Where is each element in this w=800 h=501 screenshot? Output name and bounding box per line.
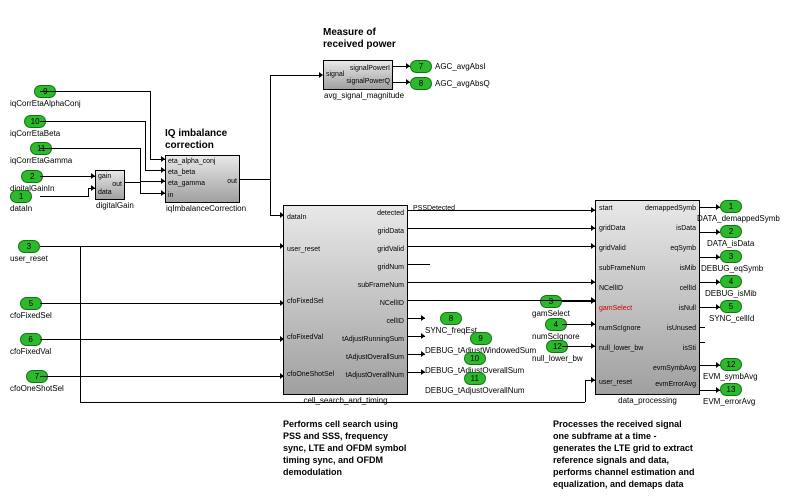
port-cellID: cellID: [386, 318, 404, 325]
port-user-reset: user_reset: [599, 379, 632, 386]
inport-cfoFixedVal: 6cfoFixedVal: [10, 333, 51, 356]
outport-DATA-isData: 2DATA_isData: [720, 225, 742, 238]
port-cellId: cellId: [680, 285, 696, 292]
port-tAdjRun: tAdjustRunningSum: [342, 336, 404, 343]
inport-numScIgnore: 4numScIgnore: [532, 318, 580, 341]
outport-AGC-avgAbsQ: 8AGC_avgAbsQ: [410, 77, 490, 90]
port-signal: signal: [326, 71, 344, 78]
block-label: cell_search_and_timing: [284, 396, 407, 405]
port-signalPowerI: signalPowerI: [350, 65, 390, 72]
inport-gamSelect: 3gamSelect: [532, 295, 570, 318]
port-demappedSymb: demappedSymb: [645, 205, 696, 212]
port-gridValid: gridValid: [377, 246, 404, 253]
port-NCellID: NCellID: [380, 300, 404, 307]
inport-user_reset: 3user_reset: [10, 240, 48, 263]
port-isNull: isNull: [679, 305, 696, 312]
port-numScIgnore: numScIgnore: [599, 325, 641, 332]
port-tAdjOverallNum: tAdjustOverallNum: [346, 372, 404, 379]
port-evmSymbAvg: evmSymbAvg: [653, 365, 696, 372]
port-isData: isData: [676, 225, 696, 232]
inport-iqCorrEtaAlphaConj: 9iqCorrEtaAlphaConj: [10, 85, 81, 108]
port-start: start: [599, 205, 613, 212]
port-in: in: [168, 192, 173, 199]
inport-cfoFixedSel: 5cfoFixedSel: [10, 297, 52, 320]
port-NCellID: NCellID: [599, 285, 623, 292]
port-isMib: isMib: [680, 265, 696, 272]
outport-SYNC-cellId: 5SYNC_cellId: [720, 300, 742, 313]
port-cfoOneShotSel: cfoOneShotSel: [287, 371, 334, 378]
port-eta-alpha: eta_alpha_conj: [168, 158, 216, 165]
port-tAdjOverallSum: tAdjustOverallSum: [346, 354, 404, 361]
port-subFrameNum: subFrameNum: [358, 282, 404, 289]
block-digitalGain[interactable]: gain data out digitalGain: [95, 170, 125, 200]
port-user_reset: user_reset: [287, 246, 320, 253]
block-label: data_processing: [596, 396, 699, 405]
port-evmErrorAvg: evmErrorAvg: [655, 381, 696, 388]
port-out: out: [227, 178, 237, 185]
port-gridNum: gridNum: [378, 264, 404, 271]
block-data-processing[interactable]: start gridData gridValid subFrameNum NCe…: [595, 200, 700, 395]
inport-cfoOneShotSel: 7cfoOneShotSel: [10, 370, 64, 393]
block-avg-signal-magnitude[interactable]: signal signalPowerI signalPowerQ avg_sig…: [323, 60, 393, 90]
port-gamSelect: gamSelect: [599, 305, 632, 312]
inport-null-lower-bw: 12null_lower_bw: [532, 340, 583, 363]
inport-dataIn: 1dataIn: [10, 190, 32, 213]
hdr-power: Measure of received power: [323, 27, 396, 51]
port-out: out: [112, 181, 122, 188]
port-data: data: [98, 189, 112, 196]
port-gain: gain: [98, 173, 111, 180]
outport-DEBUG-isMib: 4DEBUG_isMib: [720, 275, 742, 288]
port-signalPowerQ: signalPowerQ: [346, 78, 390, 85]
port-null-lower-bw: null_lower_bw: [599, 345, 643, 352]
hdr-iq: IQ imbalance correction: [165, 128, 227, 152]
port-gridData: gridData: [599, 225, 625, 232]
port-eta-gamma: eta_gamma: [168, 180, 205, 187]
block-cell-search-and-timing[interactable]: dataIn user_reset cfoFixedSel cfoFixedVa…: [283, 205, 408, 395]
port-gridValid: gridValid: [599, 245, 626, 252]
outport-AGC-avgAbsI: 7AGC_avgAbsI: [410, 60, 486, 73]
inport-iqCorrEtaBeta: 10iqCorrEtaBeta: [10, 115, 60, 138]
outport-DATA-demappedSymb: 1DATA_demappedSymb: [720, 200, 742, 213]
inport-iqCorrEtaGamma: 11iqCorrEtaGamma: [10, 142, 72, 165]
port-eta-beta: eta_beta: [168, 169, 195, 176]
port-gridData: gridData: [378, 228, 404, 235]
block-label: avg_signal_magnitude: [324, 91, 392, 100]
outport-EVM-errorAvg: 13EVM_errorAvg: [720, 383, 742, 396]
block-iqImbalanceCorrection[interactable]: eta_alpha_conj eta_beta eta_gamma in out…: [165, 155, 240, 203]
desc-cell: Performs cell search using PSS and SSS, …: [283, 418, 443, 478]
port-cfoFixedVal: cfoFixedVal: [287, 334, 323, 341]
port-cfoFixedSel: cfoFixedSel: [287, 298, 324, 305]
block-label: digitalGain: [96, 201, 124, 210]
outport-DEBUG-eqSymb: 3DEBUG_eqSymb: [720, 250, 742, 263]
port-subFrameNum: subFrameNum: [599, 265, 645, 272]
port-detected: detected: [377, 210, 404, 217]
desc-data: Processes the received signal one subfra…: [553, 418, 753, 490]
outport-EVM-symbAvg: 12EVM_symbAvg: [720, 358, 742, 371]
block-label: iqImbalanceCorrection: [166, 204, 239, 213]
outport-DEBUG-tAdjustOverallNum: 11DEBUG_tAdjustOverallNum: [425, 372, 525, 395]
port-isUnused: isUnused: [667, 325, 696, 332]
port-isSti: isSti: [683, 345, 696, 352]
port-eqSymb: eqSymb: [670, 245, 696, 252]
port-dataIn: dataIn: [287, 214, 306, 221]
